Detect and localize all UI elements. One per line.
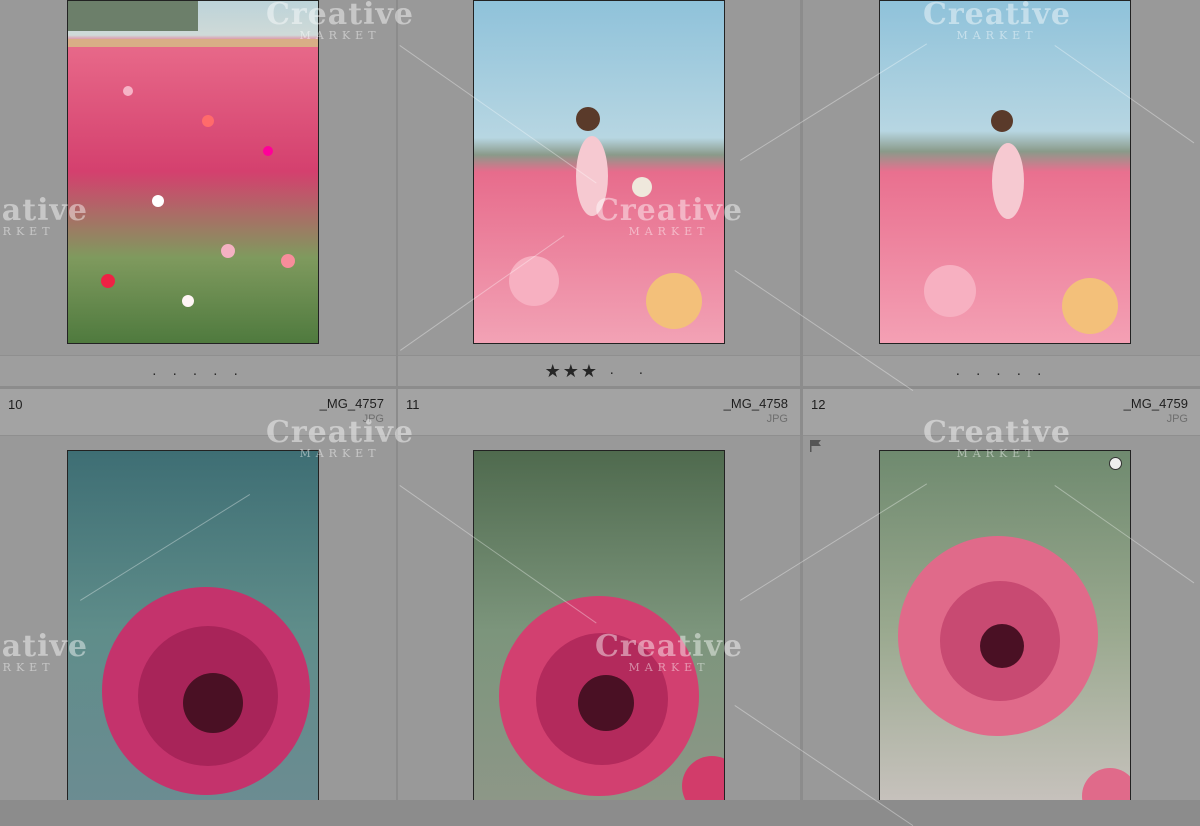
rating-bar[interactable]: ★★★ · · bbox=[398, 355, 800, 386]
rating-bar[interactable]: . . . . . bbox=[0, 355, 396, 386]
grid-cell-11[interactable]: 11 _MG_4758 JPG bbox=[398, 389, 800, 800]
thumbnail-pink-ranunculus[interactable] bbox=[67, 450, 319, 800]
thumbnail-woman-in-field-2[interactable] bbox=[879, 0, 1131, 344]
file-extension: JPG bbox=[1166, 413, 1188, 425]
thumbnail-woman-in-field[interactable] bbox=[473, 0, 725, 344]
file-name: _MG_4757 bbox=[319, 396, 384, 411]
rating-dots[interactable]: · · bbox=[609, 364, 653, 381]
rating-dots[interactable]: . . . . . bbox=[956, 362, 1048, 379]
cell-index: 11 bbox=[406, 397, 420, 412]
star-rating[interactable]: ★★★ bbox=[545, 361, 599, 381]
rating-dots[interactable]: . . . . . bbox=[152, 362, 244, 379]
cell-header: 11 _MG_4758 JPG bbox=[398, 389, 800, 436]
rating-bar[interactable]: . . . . . bbox=[803, 355, 1200, 386]
file-extension: JPG bbox=[766, 413, 788, 425]
thumbnail-pink-ranunculus-2[interactable] bbox=[473, 450, 725, 800]
file-extension: JPG bbox=[362, 413, 384, 425]
thumbnail-flower-field[interactable] bbox=[67, 0, 319, 344]
grid-cell-12[interactable]: 12 _MG_4759 JPG bbox=[803, 389, 1200, 800]
grid-cell-2[interactable]: ★★★ · · bbox=[398, 0, 800, 386]
flag-icon[interactable] bbox=[809, 439, 823, 453]
cell-index: 12 bbox=[811, 397, 826, 412]
file-name: _MG_4758 bbox=[723, 396, 788, 411]
cell-header: 12 _MG_4759 JPG bbox=[803, 389, 1200, 436]
grid-cell-3[interactable]: . . . . . bbox=[803, 0, 1200, 386]
grid-cell-1[interactable]: . . . . . bbox=[0, 0, 396, 386]
thumbnail-pink-ranunculus-3[interactable] bbox=[879, 450, 1131, 800]
grid-cell-10[interactable]: 10 _MG_4757 JPG bbox=[0, 389, 396, 800]
cell-header: 10 _MG_4757 JPG bbox=[0, 389, 396, 436]
cell-index: 10 bbox=[8, 397, 23, 412]
circle-badge-icon[interactable] bbox=[1109, 457, 1122, 470]
file-name: _MG_4759 bbox=[1123, 396, 1188, 411]
